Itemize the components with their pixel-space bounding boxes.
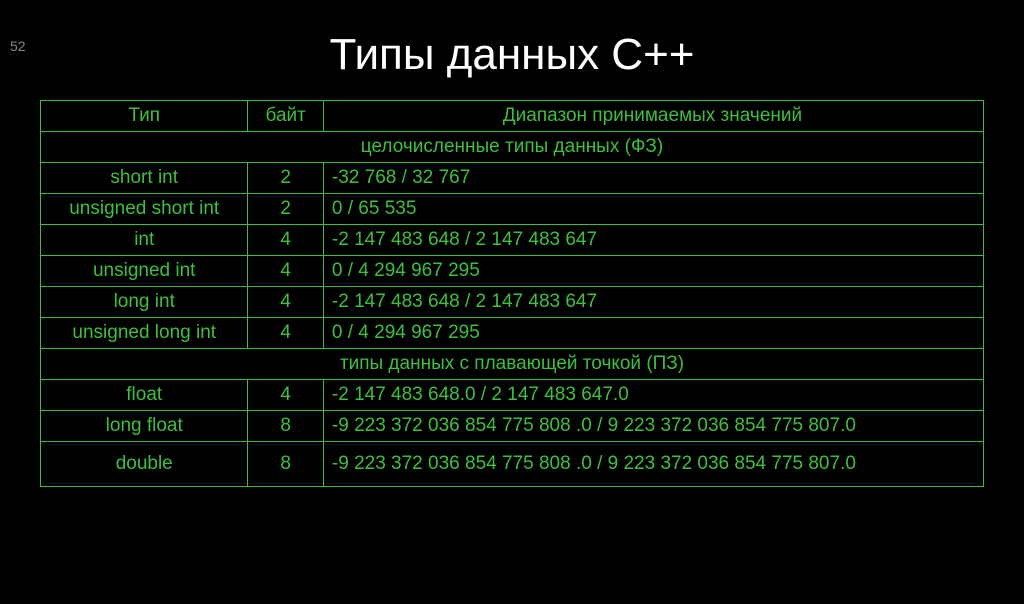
cell-bytes: 2 xyxy=(248,163,323,194)
table-row: short int 2 -32 768 / 32 767 xyxy=(41,163,984,194)
header-range: Диапазон принимаемых значений xyxy=(323,101,983,132)
table-row: int 4 -2 147 483 648 / 2 147 483 647 xyxy=(41,225,984,256)
header-bytes: байт xyxy=(248,101,323,132)
cell-bytes: 8 xyxy=(248,411,323,442)
cell-type: double xyxy=(41,442,248,487)
section-float-row: типы данных с плавающей точкой (ПЗ) xyxy=(41,349,984,380)
cell-type: long float xyxy=(41,411,248,442)
header-type: Тип xyxy=(41,101,248,132)
cell-type: long int xyxy=(41,287,248,318)
cell-range: -9 223 372 036 854 775 808 .0 / 9 223 37… xyxy=(323,411,983,442)
section-integer-row: целочисленные типы данных (ФЗ) xyxy=(41,132,984,163)
cell-type: int xyxy=(41,225,248,256)
cell-range: -32 768 / 32 767 xyxy=(323,163,983,194)
cell-type: unsigned long int xyxy=(41,318,248,349)
table-row: unsigned int 4 0 / 4 294 967 295 xyxy=(41,256,984,287)
cell-range: 0 / 65 535 xyxy=(323,194,983,225)
section-float-label: типы данных с плавающей точкой (ПЗ) xyxy=(41,349,984,380)
cell-bytes: 8 xyxy=(248,442,323,487)
table-row: double 8 -9 223 372 036 854 775 808 .0 /… xyxy=(41,442,984,487)
data-types-table: Тип байт Диапазон принимаемых значений ц… xyxy=(40,100,984,487)
table-container: Тип байт Диапазон принимаемых значений ц… xyxy=(0,100,1024,487)
cell-type: unsigned int xyxy=(41,256,248,287)
table-row: long int 4 -2 147 483 648 / 2 147 483 64… xyxy=(41,287,984,318)
table-row: unsigned short int 2 0 / 65 535 xyxy=(41,194,984,225)
slide-number: 52 xyxy=(10,38,26,54)
section-integer-label: целочисленные типы данных (ФЗ) xyxy=(41,132,984,163)
cell-range: 0 / 4 294 967 295 xyxy=(323,318,983,349)
cell-type: float xyxy=(41,380,248,411)
table-row: float 4 -2 147 483 648.0 / 2 147 483 647… xyxy=(41,380,984,411)
cell-type: unsigned short int xyxy=(41,194,248,225)
cell-bytes: 2 xyxy=(248,194,323,225)
table-header-row: Тип байт Диапазон принимаемых значений xyxy=(41,101,984,132)
cell-range: 0 / 4 294 967 295 xyxy=(323,256,983,287)
cell-range: -2 147 483 648.0 / 2 147 483 647.0 xyxy=(323,380,983,411)
cell-range: -9 223 372 036 854 775 808 .0 / 9 223 37… xyxy=(323,442,983,487)
table-row: long float 8 -9 223 372 036 854 775 808 … xyxy=(41,411,984,442)
cell-bytes: 4 xyxy=(248,225,323,256)
table-row: unsigned long int 4 0 / 4 294 967 295 xyxy=(41,318,984,349)
cell-bytes: 4 xyxy=(248,287,323,318)
cell-bytes: 4 xyxy=(248,318,323,349)
cell-bytes: 4 xyxy=(248,380,323,411)
cell-bytes: 4 xyxy=(248,256,323,287)
cell-type: short int xyxy=(41,163,248,194)
page-title: Типы данных С++ xyxy=(0,30,1024,80)
cell-range: -2 147 483 648 / 2 147 483 647 xyxy=(323,287,983,318)
cell-range: -2 147 483 648 / 2 147 483 647 xyxy=(323,225,983,256)
